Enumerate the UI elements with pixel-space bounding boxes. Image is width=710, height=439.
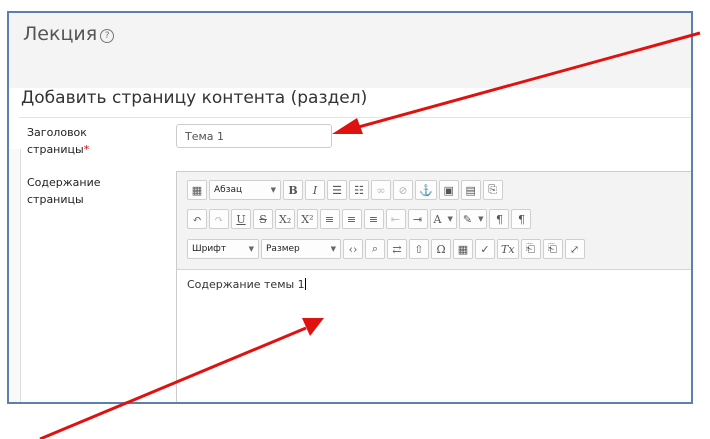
annotation-arrows: [39, 31, 701, 439]
arrow-to-editor: [39, 318, 324, 439]
arrow-to-title-input: [332, 31, 701, 134]
